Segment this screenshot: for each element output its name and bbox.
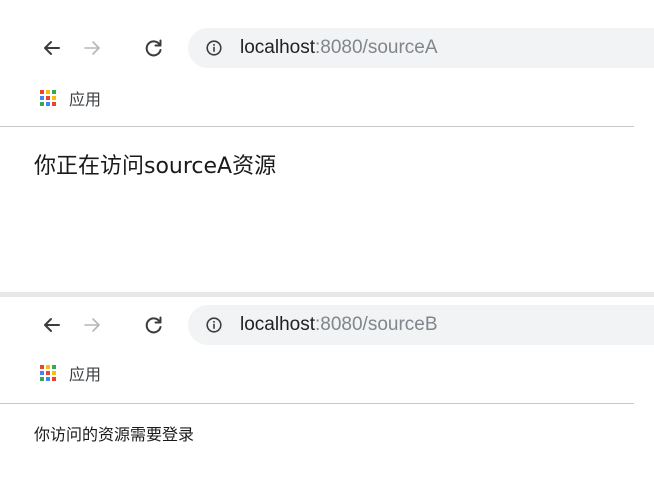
arrow-left-icon bbox=[44, 318, 60, 332]
browser-toolbar: localhost:8080/sourceA bbox=[0, 26, 654, 70]
bookmark-apps[interactable]: 应用 bbox=[40, 358, 101, 388]
arrow-right-icon bbox=[84, 41, 100, 55]
bookmark-apps[interactable]: 应用 bbox=[40, 83, 101, 113]
back-button[interactable] bbox=[36, 26, 68, 70]
url-port-path: :8080/sourceB bbox=[315, 314, 438, 335]
url-text: localhost:8080/sourceA bbox=[240, 28, 438, 68]
bookmark-apps-label: 应用 bbox=[69, 365, 102, 384]
apps-grid-icon bbox=[40, 365, 56, 381]
forward-button[interactable] bbox=[76, 26, 108, 70]
forward-button[interactable] bbox=[76, 303, 108, 347]
reload-button[interactable] bbox=[138, 303, 170, 347]
address-bar[interactable]: localhost:8080/sourceB bbox=[188, 305, 654, 345]
back-button[interactable] bbox=[36, 303, 68, 347]
browser-window-source-a: localhost:8080/sourceA 应用 你正在访问sourceA资源 bbox=[0, 0, 654, 292]
info-icon[interactable] bbox=[206, 317, 222, 333]
url-host: localhost bbox=[240, 37, 315, 58]
bookmarks-bar: 应用 bbox=[0, 83, 654, 113]
arrow-right-icon bbox=[84, 318, 100, 332]
reload-button[interactable] bbox=[138, 26, 170, 70]
arrow-left-icon bbox=[44, 41, 60, 55]
browser-window-source-b: localhost:8080/sourceB 应用 你访问的资源需要登录 bbox=[0, 292, 654, 488]
apps-grid-icon bbox=[40, 90, 56, 106]
toolbar-divider bbox=[0, 403, 634, 404]
page-content-text: 你正在访问sourceA资源 bbox=[34, 154, 277, 179]
url-text: localhost:8080/sourceB bbox=[240, 305, 438, 345]
reload-icon bbox=[145, 39, 162, 57]
url-host: localhost bbox=[240, 314, 315, 335]
reload-icon bbox=[145, 316, 162, 334]
address-bar[interactable]: localhost:8080/sourceA bbox=[188, 28, 654, 68]
url-port-path: :8080/sourceA bbox=[315, 37, 438, 58]
browser-toolbar: localhost:8080/sourceB bbox=[0, 303, 654, 347]
bookmarks-bar: 应用 bbox=[0, 358, 654, 388]
page-content-text: 你访问的资源需要登录 bbox=[34, 425, 195, 444]
info-icon[interactable] bbox=[206, 40, 222, 56]
toolbar-divider bbox=[0, 126, 634, 127]
bookmark-apps-label: 应用 bbox=[69, 90, 102, 109]
